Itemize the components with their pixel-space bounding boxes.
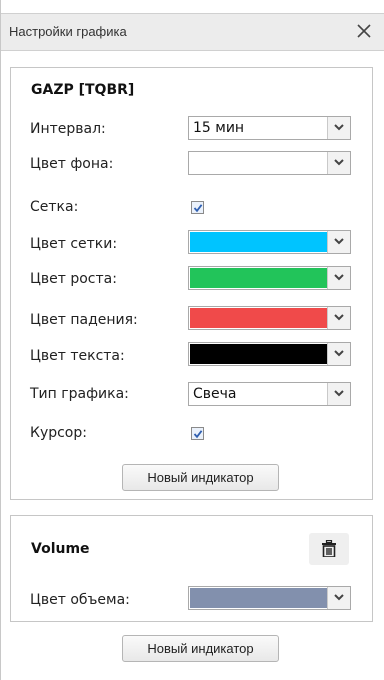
down-color-label: Цвет падения: — [30, 312, 138, 328]
interval-label: Интервал: — [30, 121, 106, 137]
footer-new-indicator-button[interactable]: Новый индикатор — [122, 635, 279, 662]
dropdown-arrow — [327, 117, 350, 139]
down-color-swatch — [190, 308, 327, 328]
new-indicator-button[interactable]: Новый индикатор — [122, 464, 279, 491]
chevron-down-icon — [334, 314, 344, 321]
volume-color-label: Цвет объема: — [30, 592, 130, 608]
interval-select[interactable]: 15 мин — [188, 116, 351, 140]
chevron-down-icon — [334, 350, 344, 357]
check-icon — [193, 204, 203, 213]
dropdown-arrow — [327, 267, 350, 289]
trash-icon — [322, 540, 336, 557]
close-button[interactable] — [353, 20, 375, 42]
grid-label: Сетка: — [30, 199, 79, 215]
chart-settings-window: Настройки графика GAZP [TQBR] Интервал: … — [0, 0, 384, 680]
up-color-swatch — [190, 268, 327, 288]
chevron-down-icon — [334, 124, 344, 131]
text-color-select[interactable] — [188, 342, 351, 366]
dropdown-arrow — [327, 307, 350, 329]
chevron-down-icon — [334, 159, 344, 166]
chart-type-value: Свеча — [193, 386, 237, 402]
volume-title: Volume — [31, 541, 90, 557]
grid-color-label: Цвет сетки: — [30, 236, 118, 252]
chart-type-select[interactable]: Свеча — [188, 382, 351, 406]
dropdown-arrow — [327, 343, 350, 365]
check-icon — [193, 430, 203, 439]
down-color-select[interactable] — [188, 306, 351, 330]
dropdown-arrow — [327, 231, 350, 253]
chevron-down-icon — [334, 594, 344, 601]
text-color-label: Цвет текста: — [30, 348, 125, 364]
grid-color-swatch — [190, 232, 327, 252]
instrument-title: GAZP [TQBR] — [31, 82, 135, 98]
cursor-checkbox[interactable] — [191, 427, 204, 440]
text-color-swatch — [190, 344, 327, 364]
chevron-down-icon — [334, 390, 344, 397]
bg-color-swatch — [190, 153, 327, 173]
dropdown-arrow — [327, 587, 350, 609]
chevron-down-icon — [334, 274, 344, 281]
cursor-label: Курсор: — [30, 425, 87, 441]
dropdown-arrow — [327, 152, 350, 174]
close-icon — [357, 24, 371, 38]
up-color-label: Цвет роста: — [30, 271, 117, 287]
chevron-down-icon — [334, 238, 344, 245]
dropdown-arrow — [327, 383, 350, 405]
volume-color-select[interactable] — [188, 586, 351, 610]
grid-color-select[interactable] — [188, 230, 351, 254]
volume-color-swatch — [190, 588, 327, 608]
bg-color-label: Цвет фона: — [30, 156, 114, 172]
window-title: Настройки графика — [9, 24, 127, 39]
interval-value: 15 мин — [193, 120, 245, 136]
bg-color-select[interactable] — [188, 151, 351, 175]
grid-checkbox[interactable] — [191, 201, 204, 214]
title-bar: Настройки графика — [1, 13, 384, 51]
delete-indicator-button[interactable] — [309, 533, 349, 565]
up-color-select[interactable] — [188, 266, 351, 290]
chart-type-label: Тип графика: — [30, 386, 129, 402]
